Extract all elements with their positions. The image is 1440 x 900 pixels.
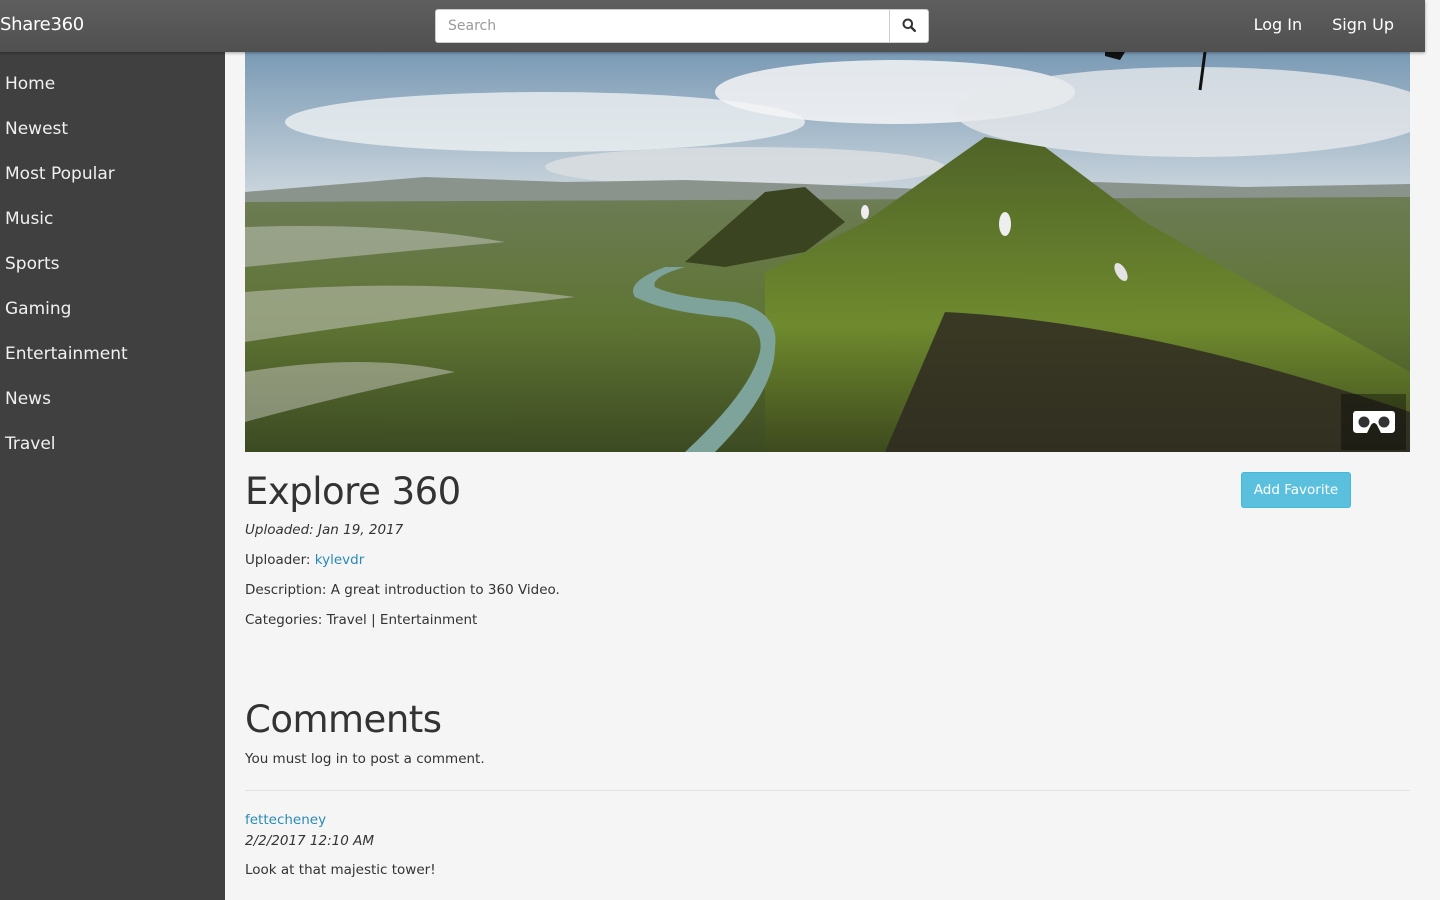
uploader-line: Uploader: kylevdr — [245, 552, 364, 568]
scrollbar[interactable] — [1425, 0, 1440, 900]
uploader-link[interactable]: kylevdr — [315, 552, 365, 568]
uploader-label: Uploader: — [245, 552, 311, 568]
signup-link[interactable]: Sign Up — [1332, 15, 1394, 34]
sidebar-item-newest[interactable]: Newest — [0, 106, 225, 151]
search-button[interactable] — [889, 9, 929, 43]
video-frame-landscape — [245, 52, 1410, 452]
sidebar-item-gaming[interactable]: Gaming — [0, 286, 225, 331]
sidebar-item-most-popular[interactable]: Most Popular — [0, 151, 225, 196]
brand-logo[interactable]: Share360 — [0, 14, 84, 35]
vr-mode-button[interactable] — [1341, 394, 1406, 450]
login-to-comment-note: You must log in to post a comment. — [245, 751, 485, 767]
sidebar-item-music[interactable]: Music — [0, 196, 225, 241]
category-travel[interactable]: Travel — [327, 612, 367, 628]
upload-date: Uploaded: Jan 19, 2017 — [245, 522, 404, 538]
comment-author-link[interactable]: fettecheney — [245, 812, 436, 828]
comment-text: Look at that majestic tower! — [245, 862, 436, 878]
sidebar-menu: Home Newest Most Popular Music Sports Ga… — [0, 52, 225, 466]
categories-label: Categories: — [245, 612, 323, 628]
comments-heading: Comments — [245, 698, 442, 741]
comment-item: fettecheney 2/2/2017 12:10 AM Look at th… — [245, 812, 436, 878]
top-navbar: Share360 Log In Sign Up — [0, 0, 1425, 52]
sidebar-item-travel[interactable]: Travel — [0, 421, 225, 466]
category-entertainment[interactable]: Entertainment — [380, 612, 477, 628]
categories-line: Categories: Travel | Entertainment — [245, 612, 477, 628]
video-title: Explore 360 — [245, 470, 461, 513]
video-description: Description: A great introduction to 360… — [245, 582, 560, 598]
comment-timestamp: 2/2/2017 12:10 AM — [245, 833, 375, 849]
auth-links: Log In Sign Up — [1254, 15, 1394, 34]
sidebar: Home Newest Most Popular Music Sports Ga… — [0, 52, 225, 900]
search-input[interactable] — [435, 9, 889, 43]
sidebar-item-home[interactable]: Home — [0, 61, 225, 106]
divider — [245, 790, 1410, 791]
sidebar-item-entertainment[interactable]: Entertainment — [0, 331, 225, 376]
search-icon — [902, 18, 917, 35]
vr-cardboard-icon — [1352, 409, 1396, 435]
login-link[interactable]: Log In — [1254, 15, 1303, 34]
category-separator: | — [371, 612, 376, 628]
video-player[interactable] — [245, 52, 1410, 452]
sidebar-item-news[interactable]: News — [0, 376, 225, 421]
main-content: Explore 360 Add Favorite Uploaded: Jan 1… — [225, 52, 1425, 900]
sidebar-item-sports[interactable]: Sports — [0, 241, 225, 286]
add-favorite-button[interactable]: Add Favorite — [1241, 472, 1351, 508]
search-form — [435, 9, 929, 43]
